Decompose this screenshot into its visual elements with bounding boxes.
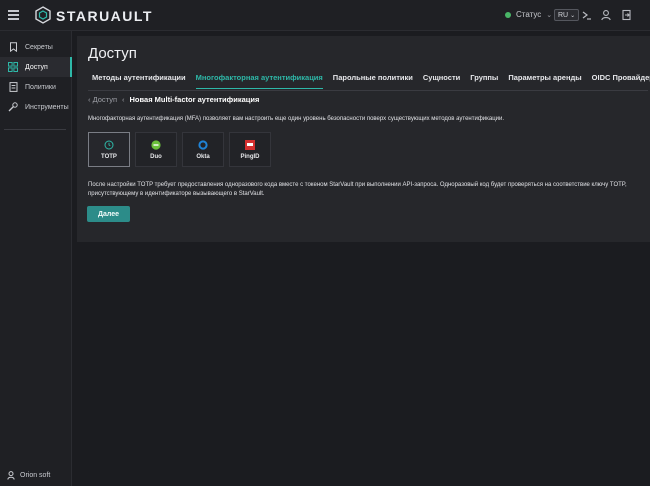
tab-bar: Методы аутентификации Многофакторная аут… xyxy=(92,73,650,89)
footer-user[interactable]: Orion soft xyxy=(7,471,50,480)
mfa-method-list: TOTP Duo Okta PingID xyxy=(88,132,276,167)
clock-icon xyxy=(104,140,114,150)
tabs-divider xyxy=(88,90,648,91)
tab-password-policies[interactable]: Парольные политики xyxy=(333,73,413,89)
chevron-left-icon: ‹ xyxy=(88,95,91,104)
sidebar: Секреты Доступ Политики Инструменты Orio… xyxy=(0,31,72,486)
menu-icon[interactable] xyxy=(8,10,19,20)
tab-auth-methods[interactable]: Методы аутентификации xyxy=(92,73,186,89)
method-label: Duo xyxy=(150,153,162,160)
document-icon xyxy=(7,82,19,92)
mfa-description: Многофакторная аутентификация (MFA) позв… xyxy=(88,116,505,122)
user-icon[interactable] xyxy=(600,9,612,21)
status-label: Статус xyxy=(516,10,542,19)
tab-mfa[interactable]: Многофакторная аутентификация xyxy=(195,73,323,89)
main-panel: Доступ Методы аутентификации Многофактор… xyxy=(77,36,650,242)
breadcrumb-separator: ‹ xyxy=(122,95,125,104)
duo-icon xyxy=(151,139,161,150)
logo-icon xyxy=(35,6,51,24)
sidebar-item-label: Политики xyxy=(25,83,56,91)
language-value: RU xyxy=(558,11,569,19)
terminal-icon[interactable] xyxy=(581,9,593,21)
breadcrumb-parent-link[interactable]: Доступ xyxy=(93,95,117,104)
footer-user-label: Orion soft xyxy=(20,472,51,479)
breadcrumb-current: Новая Multi-factor аутентификация xyxy=(129,95,260,104)
tab-groups[interactable]: Группы xyxy=(470,73,498,89)
method-card-okta[interactable]: Okta xyxy=(182,132,224,167)
tab-entities[interactable]: Сущности xyxy=(423,73,460,89)
sidebar-item-label: Инструменты xyxy=(25,103,69,111)
method-card-totp[interactable]: TOTP xyxy=(88,132,130,167)
page-title: Доступ xyxy=(88,45,137,62)
grid-icon xyxy=(7,62,19,72)
top-bar: STARUAULT Статус ⌄ RU ⌄ xyxy=(0,0,650,31)
bookmark-icon xyxy=(7,42,19,52)
next-button[interactable]: Далее xyxy=(87,206,130,222)
brand-name: STARUAULT xyxy=(56,8,153,24)
status-dot-icon xyxy=(505,11,511,18)
tab-oidc-provider[interactable]: OIDC Провайдер xyxy=(592,73,650,89)
method-label: Okta xyxy=(196,153,210,160)
sidebar-item-label: Секреты xyxy=(25,43,53,51)
tools-icon xyxy=(7,102,19,112)
status-menu[interactable]: Статус ⌄ xyxy=(505,10,552,19)
sidebar-item-secrets[interactable]: Секреты xyxy=(0,37,72,57)
method-card-pingid[interactable]: PingID xyxy=(229,132,271,167)
sidebar-divider xyxy=(4,129,66,130)
pingid-icon xyxy=(245,139,255,150)
user-icon xyxy=(7,471,15,480)
chevron-down-icon: ⌄ xyxy=(570,12,576,19)
chevron-down-icon: ⌄ xyxy=(546,11,553,19)
breadcrumb: ‹ Доступ ‹ Новая Multi-factor аутентифик… xyxy=(88,95,259,104)
totp-help-text: После настройки TOTP требует предоставле… xyxy=(88,182,627,197)
tab-leases[interactable]: Параметры аренды xyxy=(508,73,581,89)
sidebar-item-tools[interactable]: Инструменты xyxy=(0,97,72,117)
okta-icon xyxy=(198,139,208,150)
method-label: PingID xyxy=(240,153,260,160)
method-card-duo[interactable]: Duo xyxy=(135,132,177,167)
method-label: TOTP xyxy=(101,153,117,160)
sidebar-item-label: Доступ xyxy=(25,63,48,71)
logout-icon[interactable] xyxy=(621,9,633,21)
sidebar-item-access[interactable]: Доступ xyxy=(0,57,72,77)
language-select[interactable]: RU ⌄ xyxy=(554,9,580,21)
sidebar-item-policies[interactable]: Политики xyxy=(0,77,72,97)
